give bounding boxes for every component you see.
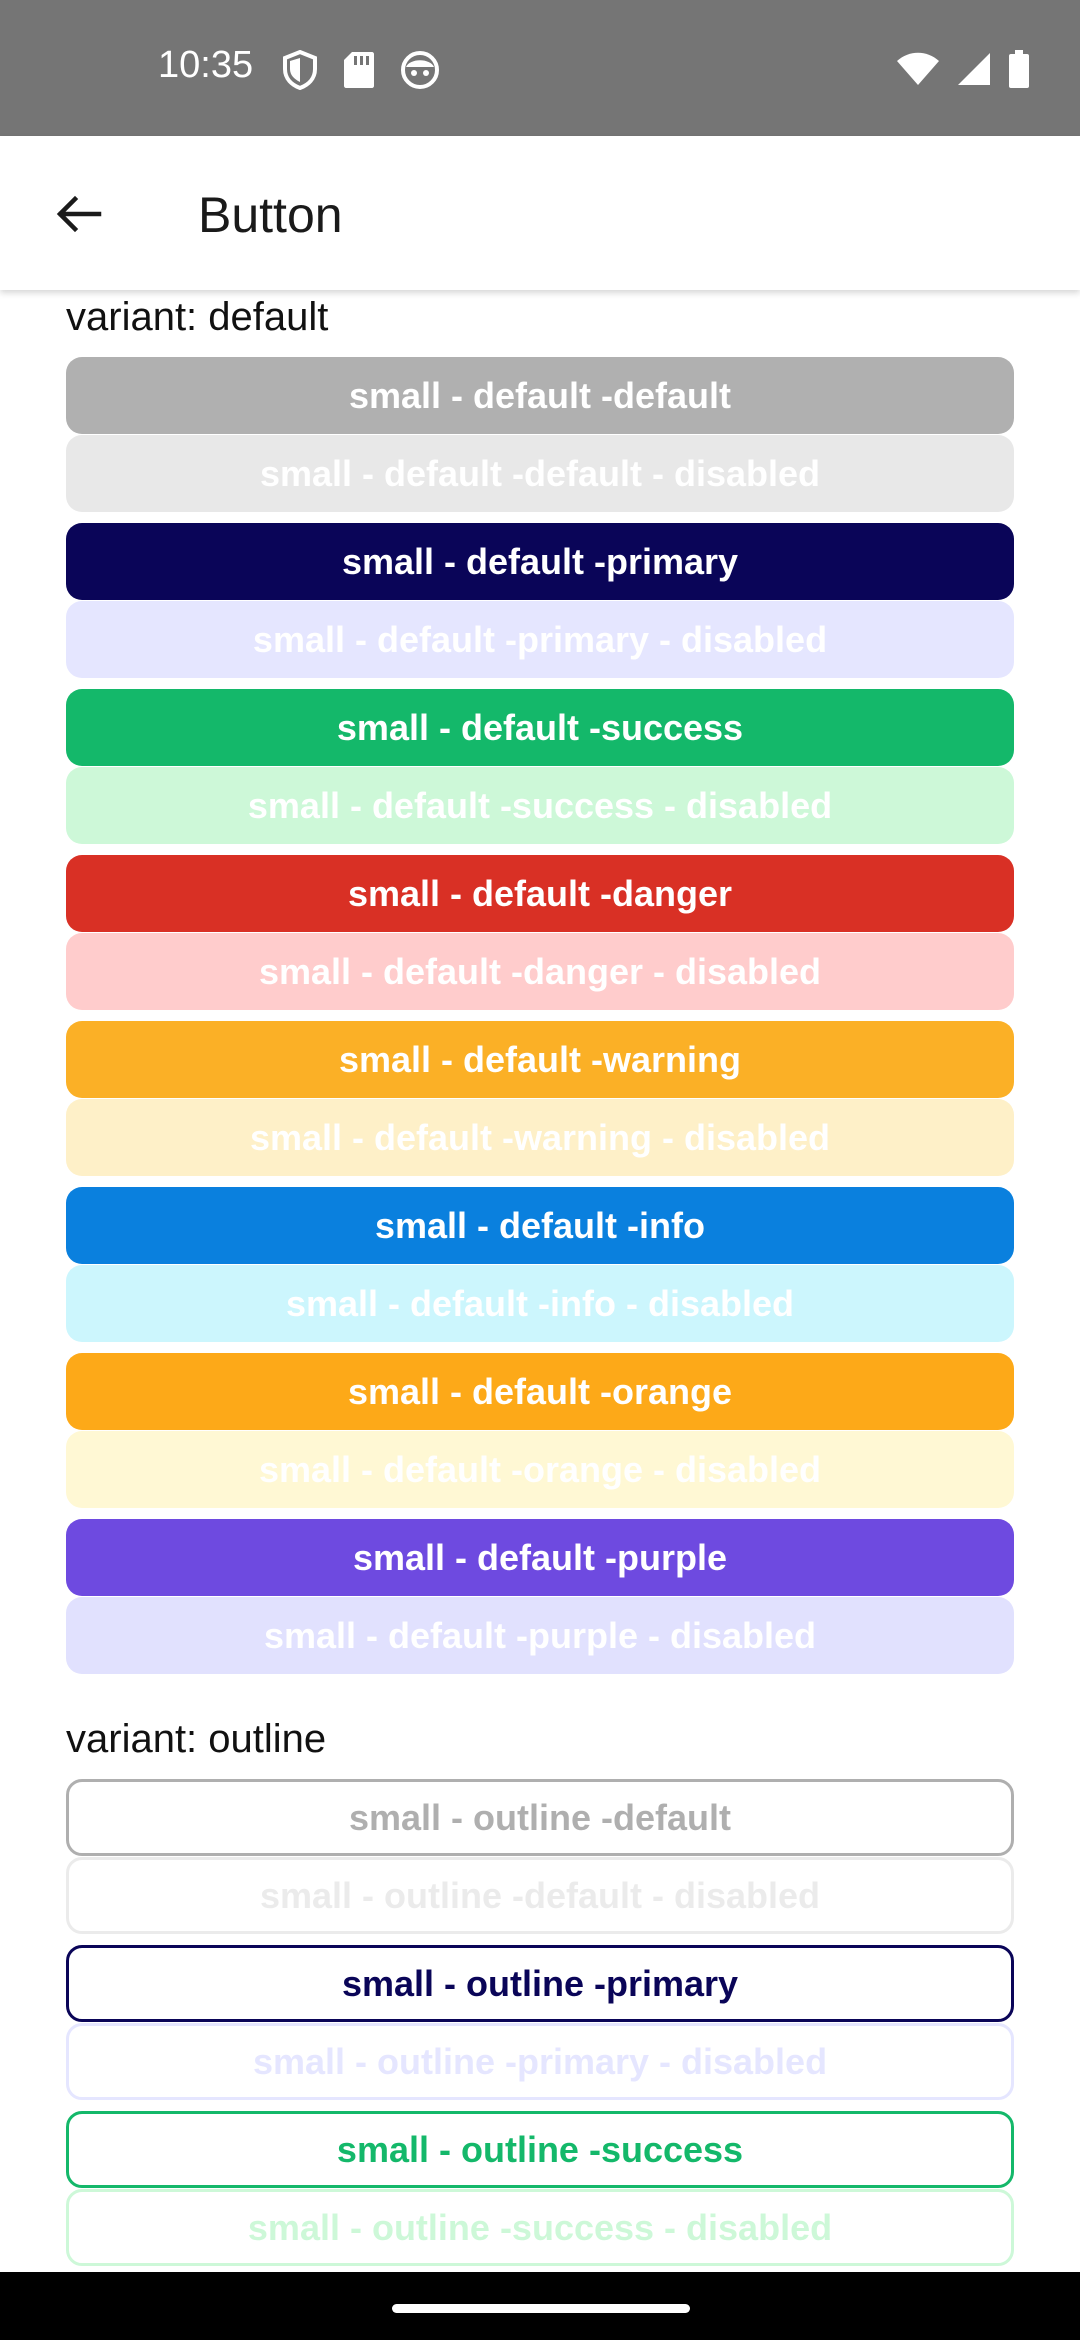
button-default-primary-disabled: small - default -primary - disabled [66, 601, 1014, 678]
app-bar: Button [0, 136, 1080, 290]
back-button[interactable] [40, 176, 116, 252]
button-default-purple-disabled: small - default -purple - disabled [66, 1597, 1014, 1674]
button-default-primary[interactable]: small - default -primary [66, 523, 1014, 600]
button-default-danger-disabled: small - default -danger - disabled [66, 933, 1014, 1010]
section-header-outline: variant: outline [66, 1717, 327, 1761]
home-gesture-handle[interactable] [392, 2304, 690, 2313]
button-outline-default-disabled: small - outline -default - disabled [66, 1857, 1014, 1934]
button-outline-primary[interactable]: small - outline -primary [66, 1945, 1014, 2022]
battery-icon [1009, 50, 1029, 88]
arrow-back-icon [56, 195, 102, 233]
button-outline-success[interactable]: small - outline -success [66, 2111, 1014, 2188]
button-outline-success-disabled: small - outline -success - disabled [66, 2189, 1014, 2266]
navigation-bar [0, 2272, 1080, 2340]
status-icons-left [282, 50, 440, 90]
button-default-info[interactable]: small - default -info [66, 1187, 1014, 1264]
button-default-orange[interactable]: small - default -orange [66, 1353, 1014, 1430]
button-default-warning[interactable]: small - default -warning [66, 1021, 1014, 1098]
face-icon [401, 51, 439, 89]
sd-card-icon [344, 52, 374, 88]
button-default-default[interactable]: small - default -default [66, 357, 1014, 434]
button-default-warning-disabled: small - default -warning - disabled [66, 1099, 1014, 1176]
section-header-default: variant: default [66, 295, 329, 339]
button-showcase-list[interactable]: variant: default small - default -defaul… [0, 290, 1080, 2272]
shield-icon [283, 50, 317, 90]
button-default-default-disabled: small - default -default - disabled [66, 435, 1014, 512]
button-default-purple[interactable]: small - default -purple [66, 1519, 1014, 1596]
status-icons-right [896, 50, 1030, 88]
button-outline-default[interactable]: small - outline -default [66, 1779, 1014, 1856]
button-default-danger[interactable]: small - default -danger [66, 855, 1014, 932]
button-default-orange-disabled: small - default -orange - disabled [66, 1431, 1014, 1508]
wifi-icon [897, 52, 939, 85]
status-time: 10:35 [158, 44, 254, 86]
button-default-success-disabled: small - default -success - disabled [66, 767, 1014, 844]
status-bar: 10:35 [0, 0, 1080, 136]
button-outline-primary-disabled: small - outline -primary - disabled [66, 2023, 1014, 2100]
button-default-info-disabled: small - default -info - disabled [66, 1265, 1014, 1342]
signal-icon [958, 53, 990, 85]
button-default-success[interactable]: small - default -success [66, 689, 1014, 766]
page-title: Button [198, 187, 343, 243]
